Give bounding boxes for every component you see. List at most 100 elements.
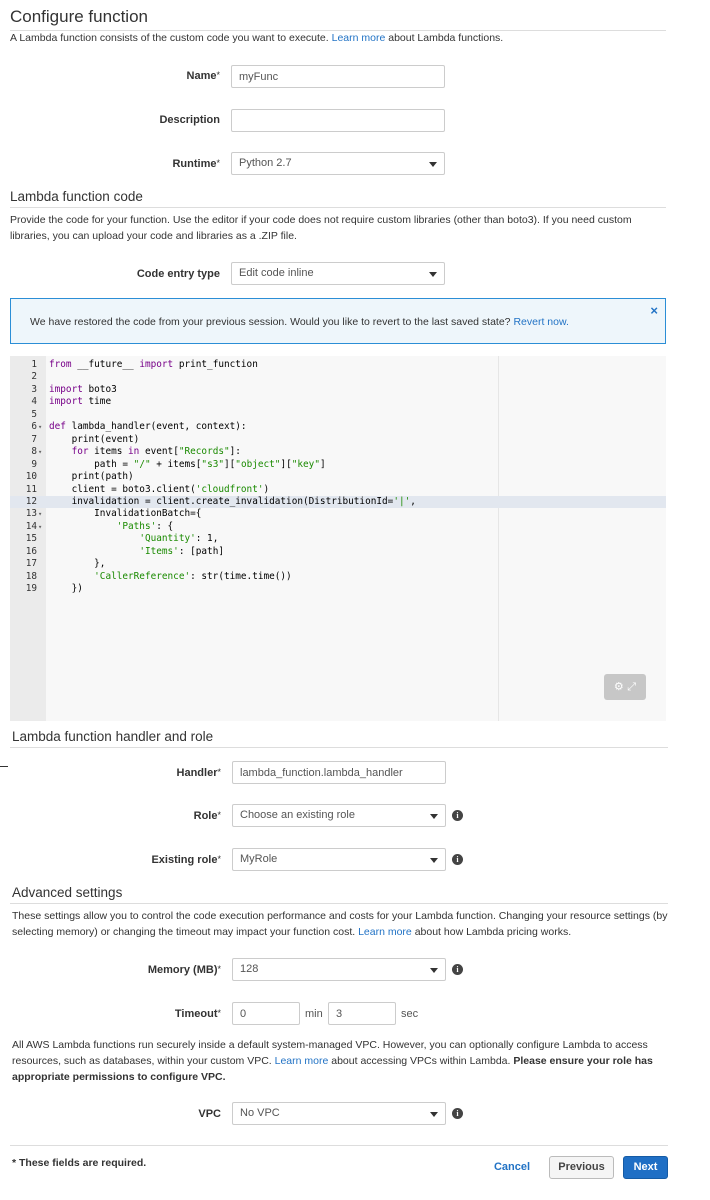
fold-arrow-icon[interactable]: ▾: [38, 521, 42, 534]
memory-value: 128: [240, 963, 259, 975]
line-number: 15: [25, 533, 37, 545]
timeout-sec-input[interactable]: [328, 1002, 396, 1025]
fold-arrow-icon[interactable]: ▾: [38, 508, 42, 521]
name-input[interactable]: [231, 65, 445, 88]
memory-label-text: Memory (MB): [147, 964, 218, 976]
timeout-min-input[interactable]: [232, 1002, 300, 1025]
code-keyword: for: [71, 446, 89, 458]
handler-input[interactable]: [232, 761, 446, 784]
editor-settings-fullscreen-icon[interactable]: ⚙ ⤢: [604, 674, 646, 700]
fold-arrow-icon[interactable]: ▾: [38, 446, 42, 459]
code-entry-type-value: Edit code inline: [239, 267, 314, 279]
code-entry-type-select[interactable]: Edit code inline: [231, 262, 445, 285]
learn-more-link[interactable]: Learn more: [332, 32, 386, 44]
code-editor[interactable]: 1 from __future__ import print_function 2 3…: [10, 356, 666, 721]
code-line[interactable]: 14 ▾ 'Paths': {: [10, 521, 666, 534]
chevron-down-icon: [429, 272, 437, 277]
line-number: 14: [25, 520, 37, 532]
code-line[interactable]: 15 'Quantity': 1,: [10, 533, 666, 546]
line-number: 17: [25, 558, 37, 570]
learn-more-vpc-link[interactable]: Learn more: [275, 1055, 329, 1067]
code-line[interactable]: 8 ▾ for items in event["Records"]:: [10, 446, 666, 459]
code-text: 'Quantity': 1,: [139, 533, 219, 545]
previous-button[interactable]: Previous: [549, 1156, 614, 1179]
code-string: 'Items': [139, 545, 179, 557]
advanced-intro: These settings allow you to control the …: [12, 908, 680, 940]
vpc-intro-tail: about accessing VPCs within Lambda.: [328, 1055, 514, 1067]
line-number: 3: [31, 383, 37, 395]
revert-now-link[interactable]: Revert now.: [513, 316, 568, 328]
code-text: print(event): [49, 433, 140, 445]
code-string: "object": [235, 458, 281, 470]
code-text: 'Items': [path]: [139, 545, 224, 557]
description-input[interactable]: [231, 109, 445, 132]
code-line[interactable]: 19 }): [10, 583, 666, 596]
code-line[interactable]: 13 ▾ InvalidationBatch={: [10, 508, 666, 521]
code-line[interactable]: 3 import boto3: [10, 384, 666, 397]
code-string: 'CallerReference': [94, 570, 191, 582]
info-icon[interactable]: i: [452, 810, 463, 821]
code-string: 'Paths': [116, 520, 157, 532]
code-line[interactable]: 6 ▾ def lambda_handler(event, context):: [10, 421, 666, 434]
role-select[interactable]: Choose an existing role: [232, 804, 446, 827]
memory-select[interactable]: 128: [232, 958, 446, 981]
code-line[interactable]: 5: [10, 409, 666, 422]
info-icon[interactable]: i: [452, 1108, 463, 1119]
advanced-section-divider: [10, 903, 668, 904]
code-entry-type-label: Code entry type: [136, 268, 220, 280]
fold-arrow-icon[interactable]: ▾: [38, 421, 42, 434]
restore-alert-text: We have restored the code from your prev…: [30, 316, 514, 328]
next-button[interactable]: Next: [623, 1156, 668, 1179]
handler-label: Handler*: [100, 767, 221, 779]
runtime-select[interactable]: Python 2.7: [231, 152, 445, 175]
code-line[interactable]: 7 print(event): [10, 434, 666, 447]
name-label-text: Name: [186, 70, 217, 82]
vpc-label: VPC: [198, 1108, 221, 1120]
vpc-intro: All AWS Lambda functions run securely in…: [12, 1037, 672, 1085]
vpc-select[interactable]: No VPC: [232, 1102, 446, 1125]
line-number: 2: [31, 371, 37, 383]
chevron-down-icon: [430, 968, 438, 973]
info-icon[interactable]: i: [452, 854, 463, 865]
code-keyword: import: [49, 396, 83, 408]
code-line[interactable]: 16 'Items': [path]: [10, 546, 666, 559]
configure-intro-tail: about Lambda functions.: [385, 32, 504, 44]
code-line[interactable]: 17 },: [10, 558, 666, 571]
info-icon[interactable]: i: [452, 964, 463, 975]
code-line[interactable]: 9 path = "/" + items["s3"]["object"]["ke…: [10, 459, 666, 472]
code-keyword: in: [128, 446, 140, 458]
runtime-value: Python 2.7: [239, 157, 292, 169]
close-icon[interactable]: ×: [650, 303, 658, 318]
code-line[interactable]: 18 'CallerReference': str(time.time()): [10, 571, 666, 584]
code-line[interactable]: 2: [10, 371, 666, 384]
code-section-title: Lambda function code: [10, 189, 143, 204]
code-line[interactable]: 1 from __future__ import print_function: [10, 359, 666, 372]
handler-section-title: Lambda function handler and role: [12, 729, 214, 744]
code-text: }): [49, 583, 83, 595]
code-text: from __future__ import print_function: [49, 359, 258, 370]
memory-label: Memory (MB)*: [100, 964, 221, 976]
code-keyword: import: [139, 359, 174, 370]
left-edge-mark: [0, 766, 8, 767]
required-mark: *: [216, 158, 220, 168]
code-line[interactable]: 4 import time: [10, 396, 666, 409]
code-line[interactable]: 10 print(path): [10, 471, 666, 484]
line-number: 6: [31, 421, 37, 433]
code-keyword: from: [49, 359, 72, 370]
runtime-label-text: Runtime: [172, 158, 217, 170]
code-line[interactable]: 12 invalidation = client.create_invalida…: [10, 495, 666, 509]
required-mark: *: [217, 1008, 221, 1018]
learn-more-pricing-link[interactable]: Learn more: [358, 926, 412, 938]
name-label: Name*: [100, 70, 220, 82]
required-mark: *: [217, 767, 221, 777]
code-line[interactable]: 11 client = boto3.client('cloudfront'): [10, 484, 666, 497]
restore-alert: We have restored the code from your prev…: [10, 298, 666, 344]
timeout-label-text: Timeout: [174, 1008, 218, 1020]
chevron-down-icon: [430, 858, 438, 863]
cancel-button[interactable]: Cancel: [484, 1156, 540, 1179]
existing-role-select[interactable]: MyRole: [232, 848, 446, 871]
existing-role-label: Existing role*: [100, 854, 221, 866]
chevron-down-icon: [430, 814, 438, 819]
chevron-down-icon: [429, 162, 437, 167]
required-mark: *: [217, 964, 221, 974]
